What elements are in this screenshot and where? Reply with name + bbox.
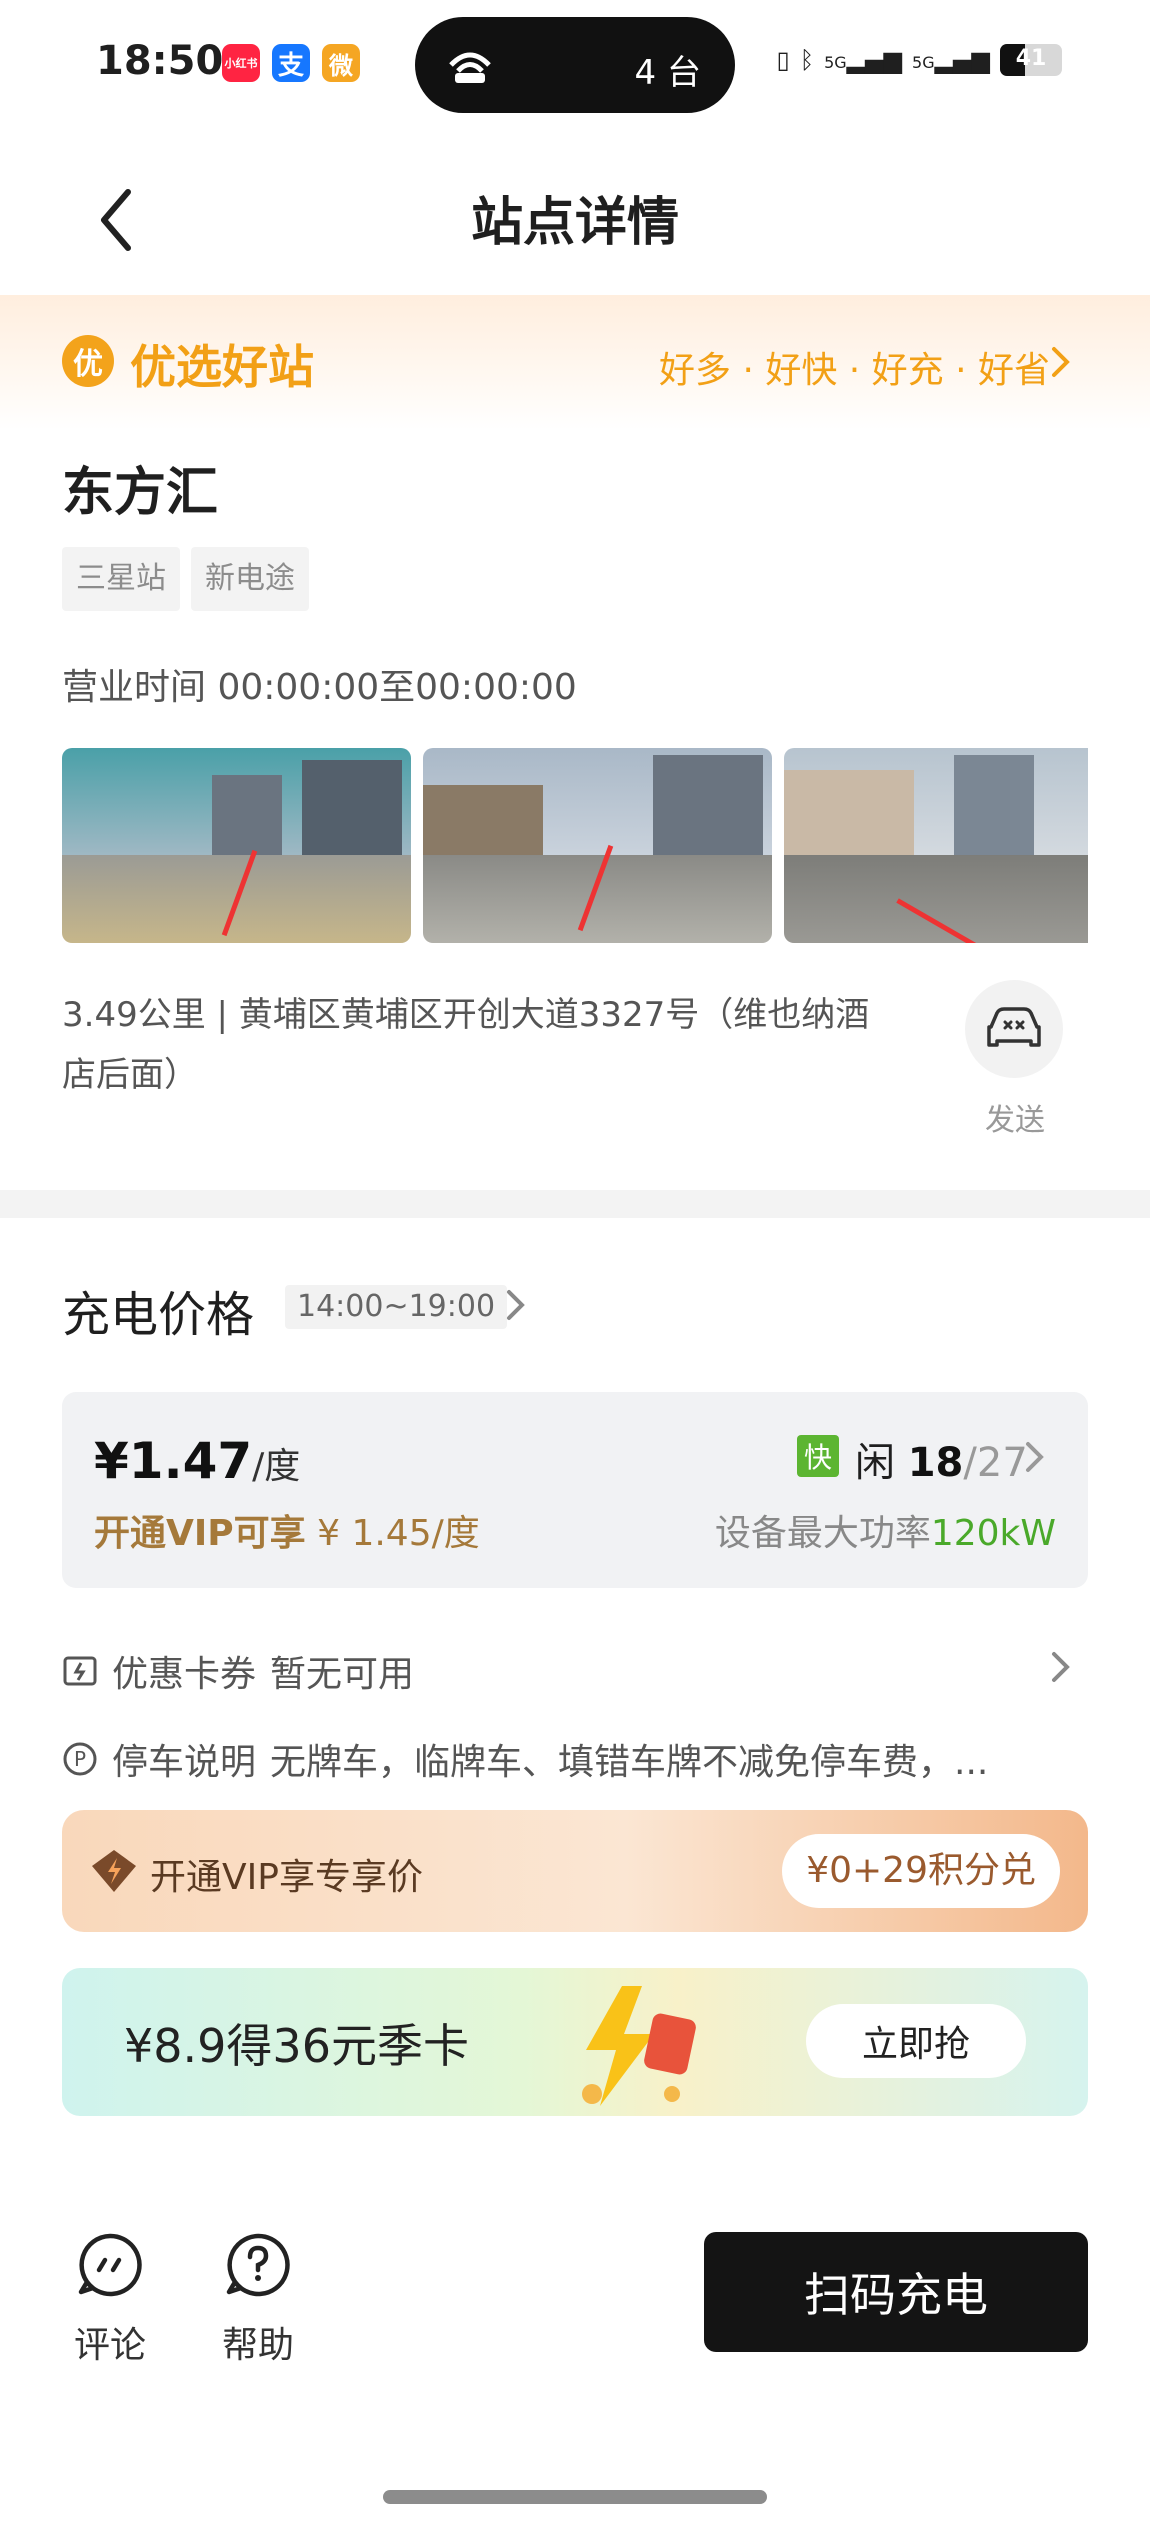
fast-charge-badge: 快 bbox=[797, 1435, 839, 1477]
station-address: 3.49公里 | 黄埔区黄埔区开创大道3327号（维也纳酒店后面） bbox=[62, 995, 870, 1095]
max-power: 设备最大功率120kW bbox=[714, 1513, 1056, 1554]
send-to-car-button[interactable] bbox=[965, 980, 1063, 1078]
section-divider bbox=[0, 1190, 1150, 1218]
banner-tags: 好多 · 好快 · 好充 · 好省 bbox=[659, 350, 1050, 391]
parking-label: 停车说明 bbox=[112, 1742, 257, 1783]
send-label: 发送 bbox=[985, 1103, 1045, 1138]
chevron-right-icon bbox=[1026, 1442, 1044, 1472]
battery-icon: 41 bbox=[1000, 44, 1062, 76]
station-photo[interactable] bbox=[423, 748, 772, 943]
station-photo[interactable] bbox=[62, 748, 411, 943]
help-button[interactable]: 帮助 bbox=[198, 2230, 318, 2368]
idle-charger-count: 闲 18/27 bbox=[855, 1440, 1028, 1486]
parking-icon: P bbox=[63, 1742, 97, 1776]
station-name: 东方汇 bbox=[62, 463, 219, 523]
hotspot-icon bbox=[449, 52, 491, 83]
banner-title: 优选好站 bbox=[130, 340, 314, 394]
coupon-value: 暂无可用 bbox=[270, 1654, 415, 1695]
parking-value: 无牌车，临牌车、填错车牌不减免停车费，... bbox=[270, 1742, 989, 1783]
station-tag: 三星站 bbox=[62, 547, 180, 611]
car-icon bbox=[987, 1007, 1041, 1047]
vip-diamond-icon bbox=[92, 1850, 136, 1892]
premium-station-banner[interactable]: 优 优选好站 好多 · 好快 · 好充 · 好省 bbox=[0, 295, 1150, 430]
signal-icon-1: 5G▂▄▆ bbox=[824, 46, 903, 74]
chevron-right-icon bbox=[1052, 347, 1070, 377]
vip-redeem-button[interactable]: ¥0+29积分兑 bbox=[782, 1834, 1060, 1908]
vip-promo-text: 开通VIP享专享价 bbox=[150, 1857, 423, 1898]
scan-to-charge-button[interactable]: 扫码充电 bbox=[704, 2232, 1088, 2352]
season-card-promo[interactable]: ¥8.9得36元季卡 立即抢 bbox=[62, 1968, 1088, 2116]
station-photo[interactable] bbox=[784, 748, 1088, 943]
coupon-row[interactable]: 优惠卡券 暂无可用 bbox=[62, 1645, 414, 1697]
grab-now-button[interactable]: 立即抢 bbox=[806, 2004, 1026, 2078]
comment-label: 评论 bbox=[73, 2325, 146, 2366]
vibrate-icon: ▯ bbox=[776, 46, 790, 74]
weibo-icon: 微 bbox=[322, 44, 360, 82]
home-indicator[interactable] bbox=[383, 2490, 767, 2504]
charging-price: ¥1.47/度 bbox=[94, 1432, 301, 1490]
hotspot-device-count: 4 台 bbox=[634, 53, 701, 93]
status-bar: 18:50 小红书 支 微 4 台 ▯ ᛒ 5G▂▄▆ 5G▂▄▆ 41 bbox=[0, 0, 1150, 130]
comment-button[interactable]: 评论 bbox=[50, 2230, 170, 2368]
price-time-range: 14:00~19:00 bbox=[285, 1285, 508, 1329]
status-time: 18:50 bbox=[96, 38, 224, 84]
vip-promo-bar[interactable]: 开通VIP享专享价 ¥0+29积分兑 bbox=[62, 1810, 1088, 1932]
nav-bar: 站点详情 bbox=[0, 150, 1150, 290]
coupon-label: 优惠卡券 bbox=[112, 1654, 257, 1695]
station-photos[interactable] bbox=[62, 748, 1088, 943]
chevron-right-icon[interactable] bbox=[1050, 1650, 1072, 1684]
lightning-illustration-icon bbox=[582, 1986, 696, 2106]
price-card[interactable]: ¥1.47/度 开通VIP可享 ¥ 1.45/度 快 闲 18/27 设备最大功… bbox=[62, 1392, 1088, 1588]
promo-text: ¥8.9得36元季卡 bbox=[124, 2019, 469, 2073]
comment-icon bbox=[78, 2233, 142, 2297]
vip-price-line: 开通VIP可享 ¥ 1.45/度 bbox=[94, 1513, 480, 1554]
premium-badge-icon: 优 bbox=[62, 335, 114, 387]
coupon-icon bbox=[63, 1656, 97, 1686]
parking-row[interactable]: P 停车说明 无牌车，临牌车、填错车牌不减免停车费，... bbox=[62, 1733, 988, 1785]
alipay-icon: 支 bbox=[272, 44, 310, 82]
business-hours: 营业时间 00:00:00至00:00:00 bbox=[62, 667, 577, 708]
help-icon bbox=[226, 2233, 290, 2297]
help-label: 帮助 bbox=[221, 2325, 294, 2366]
page-title: 站点详情 bbox=[470, 193, 679, 253]
price-section-title: 充电价格 bbox=[62, 1287, 255, 1343]
status-right: ▯ ᛒ 5G▂▄▆ 5G▂▄▆ 41 bbox=[776, 44, 1062, 76]
station-tag: 新电途 bbox=[191, 547, 309, 611]
xiaohongshu-icon: 小红书 bbox=[222, 44, 260, 82]
bluetooth-icon: ᛒ bbox=[799, 46, 815, 74]
chevron-right-icon[interactable] bbox=[505, 1288, 527, 1322]
dynamic-island: 4 台 bbox=[415, 17, 735, 113]
signal-icon-2: 5G▂▄▆ bbox=[912, 46, 990, 74]
svg-text:P: P bbox=[74, 1747, 86, 1771]
